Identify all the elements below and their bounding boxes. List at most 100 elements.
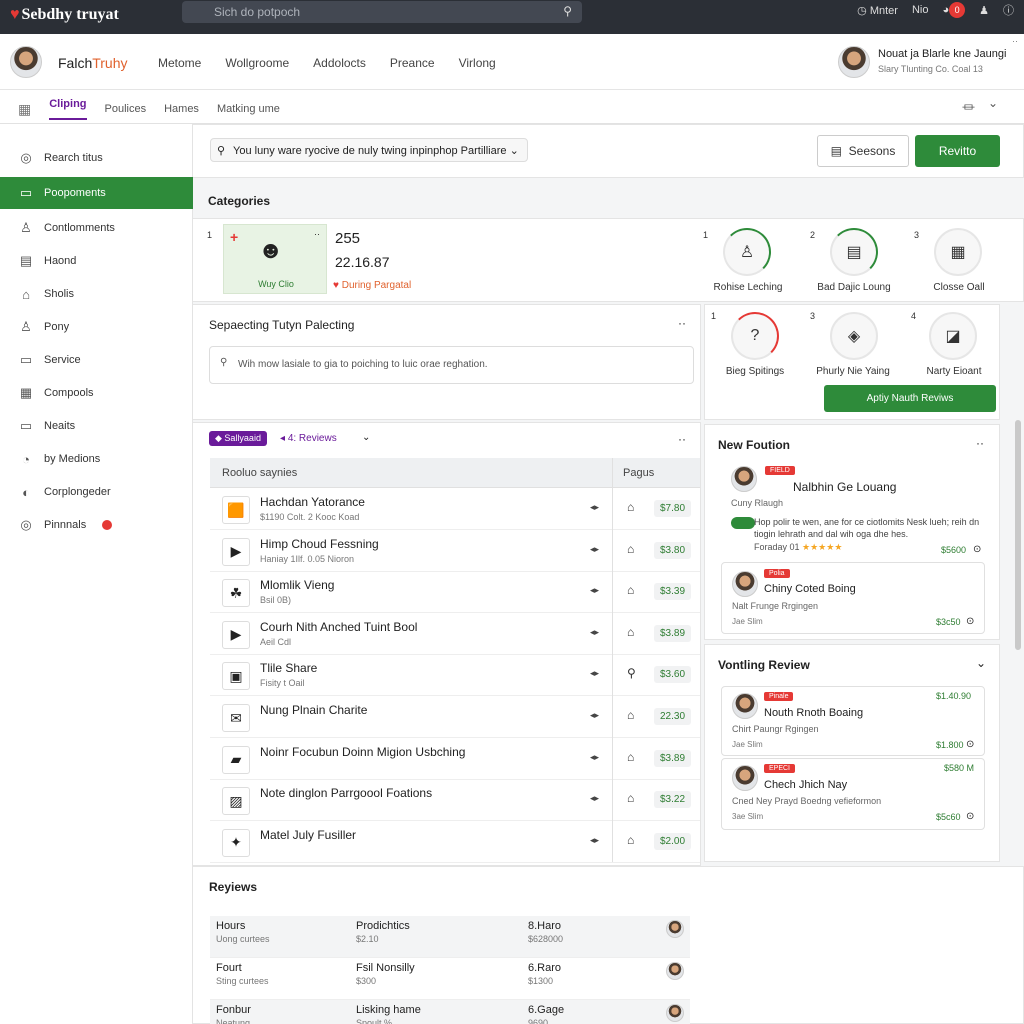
nav-link[interactable]: Addolocts bbox=[313, 56, 366, 70]
avatar bbox=[666, 1004, 684, 1022]
foution-card[interactable]: Polia Chiny Coted Boing Nalt Frunge Rrgi… bbox=[721, 562, 985, 634]
row-action-icon[interactable]: ⌂ bbox=[627, 583, 634, 597]
app-logo[interactable]: ♥ Sebdhy truyat bbox=[10, 6, 119, 24]
category-icon[interactable]: ♙ bbox=[723, 228, 771, 276]
help-icon[interactable]: ⓘ bbox=[1003, 2, 1014, 18]
sidebar-item-sholis[interactable]: ⌂ Sholis bbox=[0, 278, 193, 310]
no-link[interactable]: Nio bbox=[912, 4, 929, 16]
filter-select[interactable]: ⚲ You luny ware ryocive de nuly twing inp… bbox=[210, 138, 528, 162]
arrow-icon[interactable]: ◂▸ bbox=[590, 502, 599, 513]
seasons-button[interactable]: ▤ Seesons bbox=[817, 135, 909, 167]
featured-category-card[interactable]: + ·· ☻ Wuy Clio bbox=[223, 224, 327, 294]
table-row[interactable]: 🟧 Hachdan Yatorance $1190 Colt. 2 Kooc Koa… bbox=[210, 489, 700, 530]
info-icon[interactable]: ⊙ bbox=[966, 739, 974, 750]
chevron-down-icon[interactable]: ⌄ bbox=[988, 96, 998, 110]
table-row[interactable]: ▨ Note dinglon Parrgoool Foations ◂▸ ⌂ $3.22 bbox=[210, 780, 700, 822]
column-header[interactable]: Pagus bbox=[623, 467, 654, 479]
apply-reviews-button[interactable]: Aptiy Nauth Reviws bbox=[824, 385, 996, 412]
row-action-icon[interactable]: ⌂ bbox=[627, 625, 634, 639]
sidebar-icon: ▦ bbox=[19, 385, 33, 400]
sidebar-item-components[interactable]: ▭ Poopoments bbox=[0, 177, 193, 209]
tab-poulices[interactable]: Poulices bbox=[105, 103, 147, 115]
user-avatar[interactable] bbox=[838, 46, 870, 78]
row-action-icon[interactable]: ⌂ bbox=[627, 791, 634, 805]
more-icon[interactable]: ·· bbox=[678, 316, 686, 330]
arrow-icon[interactable]: ◂▸ bbox=[590, 835, 599, 846]
chevron-down-icon[interactable]: ⌄ bbox=[976, 656, 986, 670]
nav-link[interactable]: Virlong bbox=[459, 56, 496, 70]
table-row[interactable]: ▶ Himp Choud Fessning Haniay 1Ilf. 0.05 Ni… bbox=[210, 530, 700, 572]
review-card[interactable]: Pinale $1.40.90 Nouth Rnoth Boaing Chirt… bbox=[721, 686, 985, 756]
table-row[interactable]: ▰ Noinr Focubun Doinn Migion Usbching ◂▸ ⌂ $… bbox=[210, 738, 700, 780]
arrow-icon[interactable]: ◂▸ bbox=[590, 710, 599, 721]
arrow-icon[interactable]: ◂▸ bbox=[590, 752, 599, 763]
grid-icon[interactable]: ▦ bbox=[18, 101, 31, 118]
info-icon[interactable]: ⊙ bbox=[973, 544, 981, 555]
filter-icon[interactable]: ⏛ bbox=[962, 97, 975, 116]
master-link[interactable]: ◷ Mnter bbox=[857, 4, 898, 17]
info-icon[interactable]: ⊙ bbox=[966, 811, 974, 822]
row-action-icon[interactable]: ⚲ bbox=[627, 666, 636, 680]
toggle-switch[interactable] bbox=[731, 517, 755, 529]
tab-cliping[interactable]: Cliping bbox=[49, 98, 87, 120]
nav-link[interactable]: Metome bbox=[158, 56, 201, 70]
review-row[interactable]: Hours Uong curtees Prodichtics $2.10 8.Haro $… bbox=[210, 916, 690, 958]
sale-tag[interactable]: ◆ Sallyaaid bbox=[209, 431, 267, 446]
sidebar-item-pony[interactable]: ♙ Pony bbox=[0, 311, 193, 343]
reviews-filter[interactable]: ◂ 4: Reviews bbox=[280, 433, 337, 444]
nav-link[interactable]: Preance bbox=[390, 56, 435, 70]
chevron-down-icon[interactable]: ⌄ bbox=[362, 432, 370, 443]
more-icon[interactable]: ·· bbox=[314, 229, 320, 239]
column-header[interactable]: Rooluo saynies bbox=[222, 467, 297, 479]
category-icon[interactable]: ◈ bbox=[830, 312, 878, 360]
sidebar-item-service[interactable]: ▭ Service bbox=[0, 344, 193, 376]
tab-matking[interactable]: Matking ume bbox=[217, 103, 280, 115]
section-search-input[interactable]: ⚲ Wih mow lasiale to gia to poiching to l… bbox=[209, 346, 694, 384]
category-icon[interactable]: ▦ bbox=[934, 228, 982, 276]
sidebar-item-pinnnals[interactable]: ◎ Pinnnals bbox=[0, 509, 193, 541]
review-card[interactable]: EPECI $580 M Chech Jhich Nay Cned Ney Pr… bbox=[721, 758, 985, 830]
notification-icon[interactable]: ◕ 0 bbox=[942, 2, 966, 18]
info-icon[interactable]: ⊙ bbox=[966, 616, 974, 627]
arrow-icon[interactable]: ◂▸ bbox=[590, 544, 599, 555]
foution-entry[interactable]: FIELD Nalbhin Ge Louang Cuny Rlaugh Hop … bbox=[721, 460, 997, 560]
review-row[interactable]: Fourt Sting curtees Fsil Nonsilly $300 6.Rar… bbox=[210, 958, 690, 1000]
row-action-icon[interactable]: ⌂ bbox=[627, 500, 634, 514]
row-action-icon[interactable]: ⌂ bbox=[627, 542, 634, 556]
category-icon[interactable]: ▤ bbox=[830, 228, 878, 276]
global-search-input[interactable]: Sich do potpoch ⚲ bbox=[182, 1, 582, 23]
product-thumb-icon: ☘ bbox=[222, 579, 250, 608]
avatar[interactable] bbox=[10, 46, 42, 78]
sidebar-item-corplongeder[interactable]: ◐ Corplongeder bbox=[0, 476, 193, 508]
user-icon[interactable]: ♟ bbox=[979, 4, 989, 17]
revitto-button[interactable]: Revitto bbox=[915, 135, 1000, 167]
review-row[interactable]: Fonbur Neatung Lisking hame Spoult % 6.Gage 9… bbox=[210, 1000, 690, 1024]
arrow-icon[interactable]: ◂▸ bbox=[590, 793, 599, 804]
category-icon[interactable]: ◪ bbox=[929, 312, 977, 360]
arrow-icon[interactable]: ◂▸ bbox=[590, 627, 599, 638]
sidebar-item-compools[interactable]: ▦ Compools bbox=[0, 377, 193, 409]
row-action-icon[interactable]: ⌂ bbox=[627, 708, 634, 722]
more-icon[interactable]: ·· bbox=[678, 432, 686, 446]
nav-link[interactable]: Wollgroome bbox=[225, 56, 289, 70]
add-icon[interactable]: + bbox=[230, 229, 238, 245]
table-row[interactable]: ▶ Courh Nith Anched Tuint Bool Aeil Cdl ◂▸ ⌂… bbox=[210, 613, 700, 655]
sidebar-item-neaits[interactable]: ▭ Neaits bbox=[0, 410, 193, 442]
more-icon[interactable]: ·· bbox=[976, 436, 984, 450]
table-row[interactable]: ✉ Nung Plnain Charite ◂▸ ⌂ 22.30 bbox=[210, 697, 700, 738]
table-row[interactable]: ✦ Matel July Fusiller ◂▸ ⌂ $2.00 bbox=[210, 821, 700, 863]
row-action-icon[interactable]: ⌂ bbox=[627, 833, 634, 847]
table-row[interactable]: ☘ Mlomlik Vieng Bsil 0B) ◂▸ ⌂ $3.39 bbox=[210, 572, 700, 614]
brand-title[interactable]: FalchTruhy bbox=[58, 55, 128, 71]
table-row[interactable]: ▣ Tlile Share Fisity t Oail ◂▸ ⚲ $3.60 bbox=[210, 655, 700, 697]
category-icon[interactable]: ? bbox=[731, 312, 779, 360]
tab-hames[interactable]: Hames bbox=[164, 103, 199, 115]
row-action-icon[interactable]: ⌂ bbox=[627, 750, 634, 764]
scrollbar[interactable] bbox=[1015, 420, 1021, 650]
sidebar-item-medions[interactable]: ◔ by Medions bbox=[0, 443, 193, 475]
sidebar-item-haond[interactable]: ▤ Haond bbox=[0, 245, 193, 277]
sidebar-item-search[interactable]: ◎ Rearch titus bbox=[0, 142, 193, 174]
arrow-icon[interactable]: ◂▸ bbox=[590, 585, 599, 596]
sidebar-item-contlomments[interactable]: ♙ Contlomments bbox=[0, 212, 193, 244]
arrow-icon[interactable]: ◂▸ bbox=[590, 668, 599, 679]
